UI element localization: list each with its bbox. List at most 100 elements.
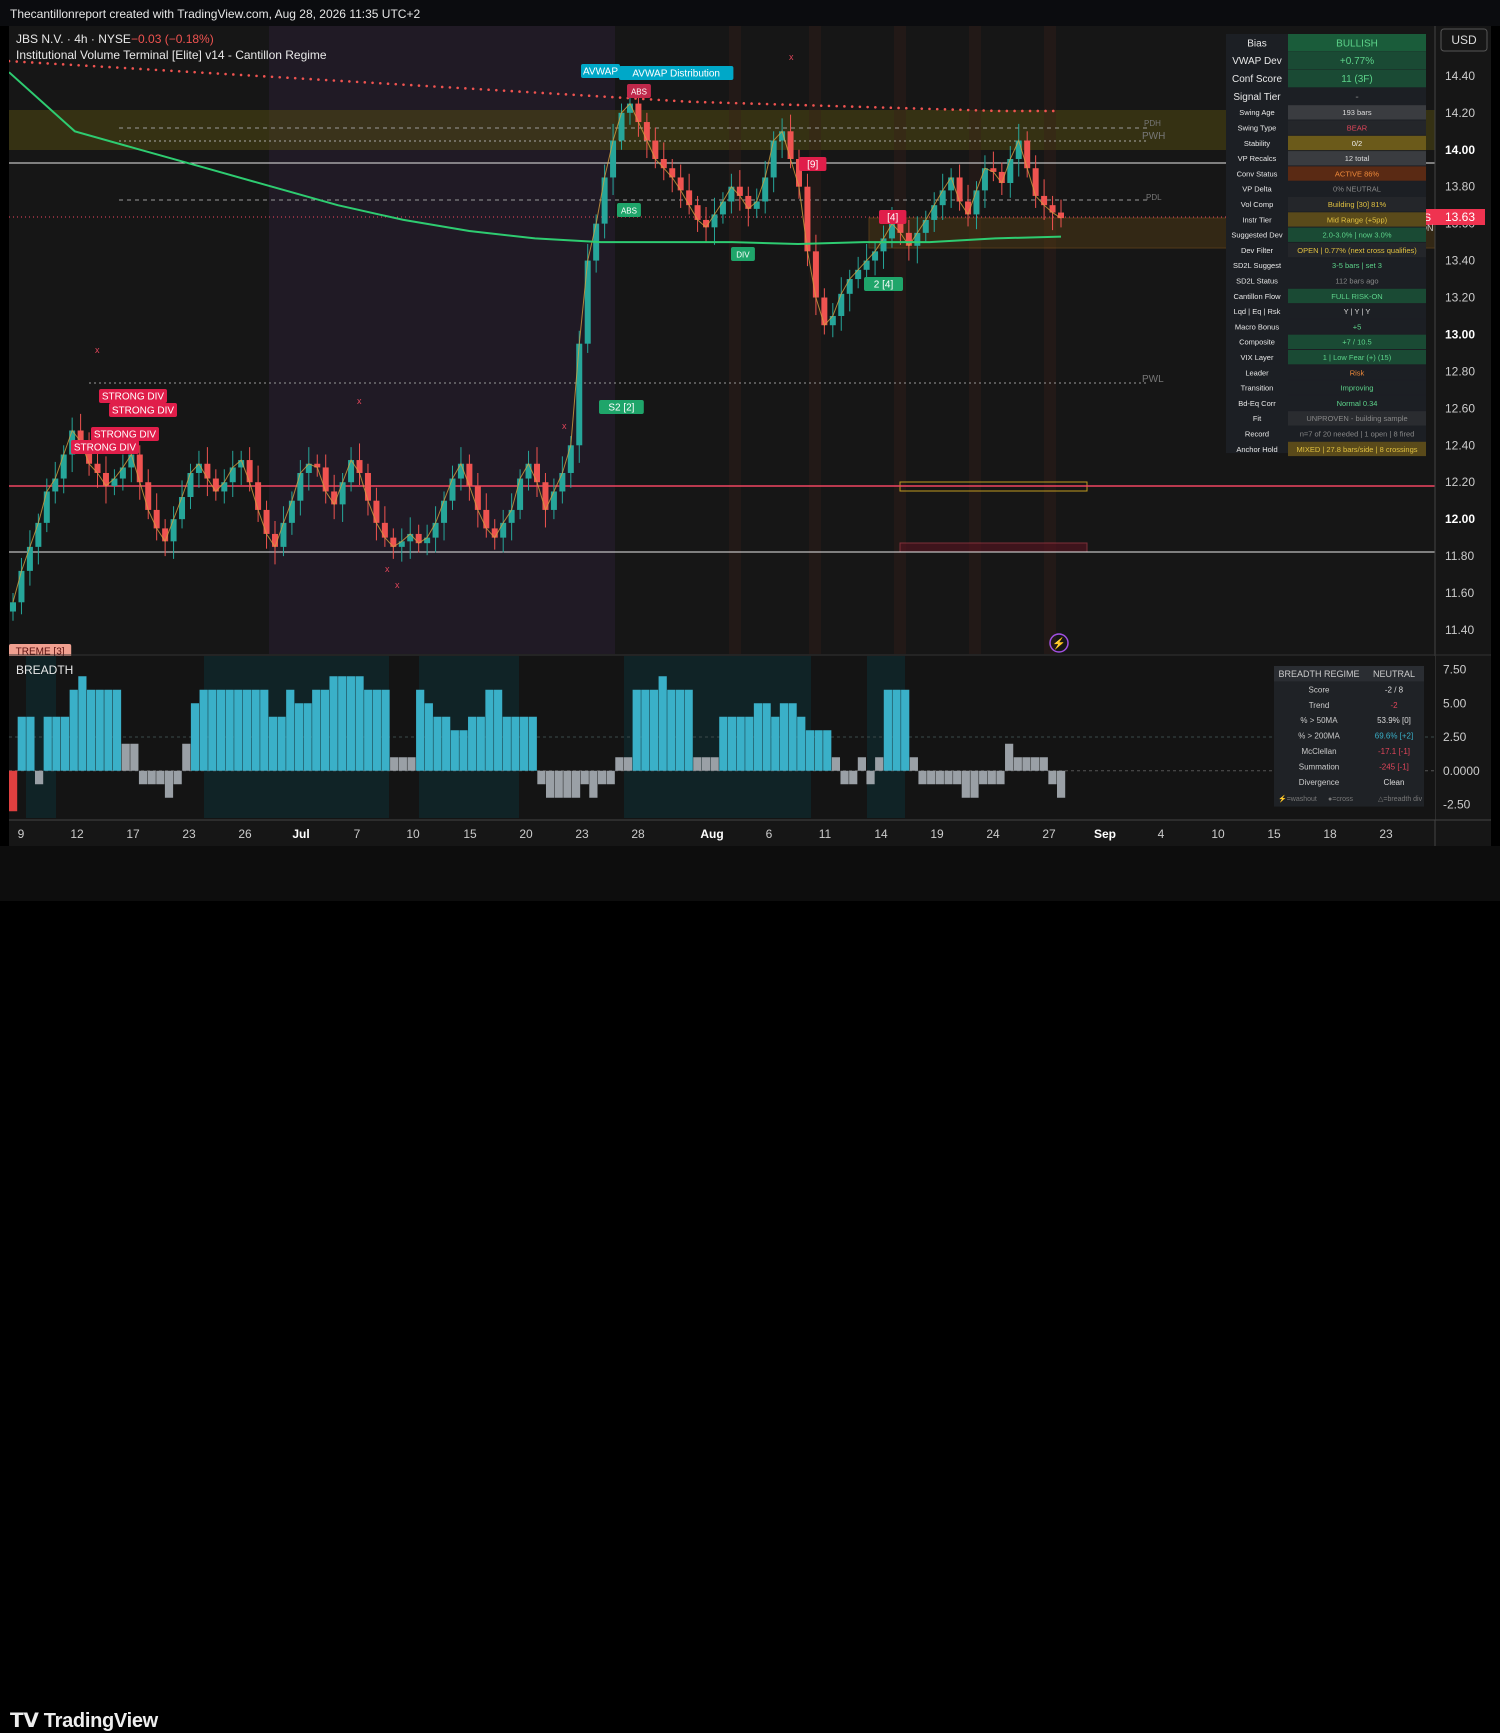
candle-body [119, 467, 126, 479]
breadth-bar [52, 716, 61, 771]
breadth-bar [43, 716, 52, 771]
breadth-bar [641, 689, 650, 771]
x-tick-label: 12 [70, 827, 84, 841]
label-avwap-distribution-text: AVWAP Distribution [632, 69, 720, 80]
candle-body [812, 251, 819, 298]
regime-row-key: Stability [1244, 139, 1271, 148]
candle-body [855, 269, 862, 280]
y-tick-label: 13.40 [1445, 254, 1475, 268]
footer-bar: 𝗧𝗩 TradingView [0, 846, 1500, 1732]
label-s2-2-text: S2 [2] [608, 403, 634, 414]
chart-frame[interactable]: 14.4014.2014.0013.8013.6013.4013.2013.00… [9, 26, 1491, 846]
avwap-dot [703, 100, 707, 104]
logo-text: TradingView [43, 1710, 158, 1732]
avwap-dot [232, 73, 235, 76]
regime-row-key: Cantillon Flow [1233, 292, 1281, 301]
candle-body [356, 460, 363, 473]
avwap-dot [510, 89, 514, 93]
candle-body [838, 293, 845, 316]
regime-row-key: Macro Bonus [1235, 322, 1279, 331]
candle-body [880, 238, 887, 252]
candle-body [145, 482, 152, 510]
avwap-dot [750, 102, 753, 105]
label-bear-9-text: [9] [807, 160, 818, 171]
breadth-bar [355, 676, 364, 771]
candle-body [322, 467, 329, 492]
breadth-bar [424, 703, 433, 771]
avwap-dot [487, 88, 490, 92]
breadth-bar [745, 716, 754, 771]
avwap-dot [417, 84, 421, 87]
regime-row-value: +0.77% [1340, 56, 1374, 67]
label-bear-4-text: [4] [887, 213, 898, 224]
breadth-bar [944, 770, 953, 785]
regime-row-value: +7 / 10.5 [1342, 338, 1371, 347]
regime-row-key: Transition [1241, 384, 1274, 393]
currency-button[interactable]: USD [1440, 28, 1488, 52]
avwap-dot [920, 107, 924, 110]
candle-body [550, 491, 557, 510]
breadth-row-key: Summation [1299, 762, 1339, 771]
breadth-bar [433, 716, 442, 771]
breadth-bar [1039, 757, 1048, 771]
x-tick-label: 26 [238, 827, 252, 841]
avwap-dot [943, 108, 947, 111]
label-strong-div-4-text: STRONG DIV [74, 443, 137, 454]
candle-body [821, 297, 828, 326]
avwap-dot [788, 103, 792, 107]
regime-row-value: Building [30] 81% [1328, 200, 1387, 209]
x-tick-label: 9 [18, 827, 25, 841]
chart-svg[interactable]: 14.4014.2014.0013.8013.6013.4013.2013.00… [9, 26, 1491, 846]
regime-row-key: Composite [1239, 338, 1275, 347]
avwap-dot [123, 66, 127, 70]
price-tag-value: 13.63 [1445, 210, 1475, 224]
avwap-dot [773, 102, 777, 106]
avwap-dot [324, 78, 328, 82]
regime-stripe [969, 26, 981, 654]
breadth-bar [528, 716, 537, 771]
candle-body [1015, 140, 1022, 159]
breadth-bar [407, 757, 416, 771]
avwap-dot [1036, 109, 1040, 113]
x-tick-label: 10 [1211, 827, 1225, 841]
candle-body [381, 522, 388, 538]
candle-body [686, 190, 693, 206]
x-tick-label: 23 [1379, 827, 1393, 841]
breadth-bar [537, 770, 546, 785]
breadth-bar [623, 757, 633, 771]
avwap-dot [371, 81, 374, 85]
breadth-bar [779, 703, 789, 771]
breadth-bar [961, 770, 970, 798]
x-tick-label: 14 [874, 827, 888, 841]
avwap-dot [1028, 109, 1032, 113]
breadth-table-header-key: BREADTH REGIME [1278, 669, 1359, 679]
breadth-bar [1022, 757, 1031, 771]
avwap-dot [580, 93, 583, 97]
avwap-dot [897, 106, 900, 110]
avwap-dot [982, 109, 985, 112]
candle-body [1041, 195, 1048, 206]
breadth-bar [372, 689, 381, 771]
breadth-bar [303, 703, 312, 771]
breadth-bar [606, 770, 615, 785]
candle-body [339, 482, 346, 505]
breadth-bar [753, 703, 763, 771]
regime-row-key: Conf Score [1232, 74, 1282, 85]
breadth-bar [468, 716, 477, 771]
avwap-dot [541, 91, 545, 95]
breadth-bar [277, 716, 286, 771]
breadth-row-key: Divergence [1299, 778, 1340, 787]
breadth-bar [563, 770, 572, 798]
breadth-bar [156, 770, 165, 785]
candle-body [576, 343, 583, 446]
y-tick-label: 13.20 [1445, 291, 1475, 305]
avwap-dot [208, 71, 212, 75]
x-tick-label: 15 [463, 827, 477, 841]
breadth-bar [953, 770, 962, 785]
label-avwap-distribution: AVWAP Distribution [619, 66, 734, 80]
regime-stripe [894, 26, 906, 654]
avwap-dot [649, 98, 653, 101]
candle-body [669, 168, 676, 178]
breadth-bar [762, 703, 771, 771]
breadth-bar [416, 689, 425, 771]
